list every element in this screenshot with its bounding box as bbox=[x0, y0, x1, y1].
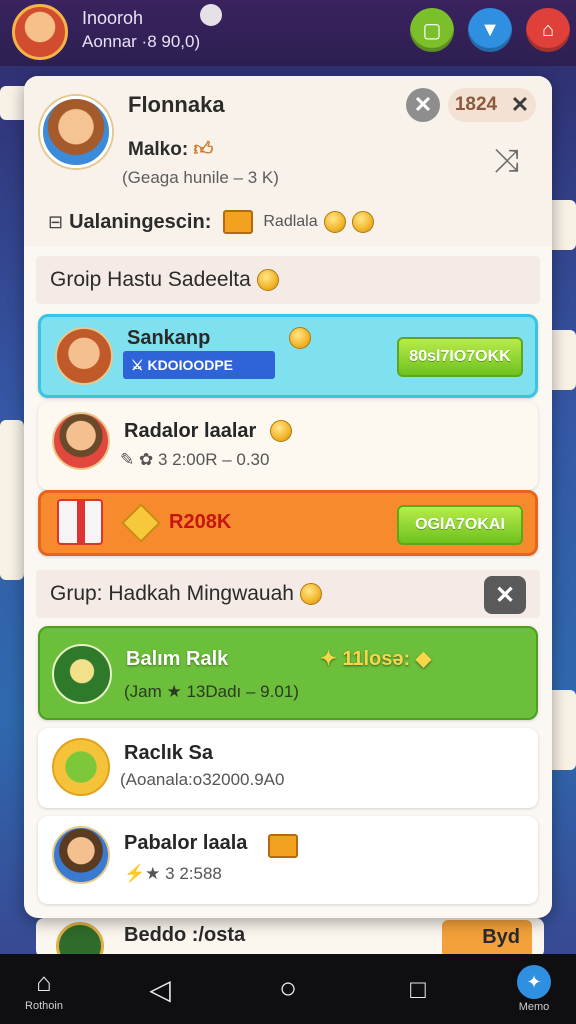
counter-value: 1824 bbox=[454, 94, 498, 115]
gift-icon bbox=[57, 499, 103, 545]
nav-home-label: Rothoin bbox=[25, 999, 63, 1012]
list-item[interactable]: Balım Ralk ✦ 11losə: ◆ (Jam ★ 13Dadı – 9… bbox=[38, 626, 538, 720]
coin-icon bbox=[256, 269, 279, 291]
close-icon: ✕ bbox=[494, 581, 516, 609]
house-icon: ⌂ bbox=[541, 18, 555, 41]
coin-icon bbox=[323, 211, 346, 233]
info-label: Ualaningescin: bbox=[69, 210, 212, 233]
member-meta: ✎ ✿ 3 2:00R – 0.30 bbox=[120, 450, 270, 469]
list-item[interactable]: Sankanp ⚔ KDOIOODPE 80sl7IO7OKK bbox=[38, 314, 538, 398]
counter-pill[interactable]: 1824 ✕ bbox=[448, 88, 536, 122]
member-meta: (Jam ★ 13Dadı – 9.01) bbox=[124, 682, 299, 701]
close-icon: ✕ bbox=[413, 92, 433, 117]
system-nav-bar: ⌂ Rothoin ◁ ○ □ ✦ Memo bbox=[0, 954, 576, 1024]
member-avatar bbox=[52, 644, 112, 704]
filter-icon: ▼ bbox=[480, 18, 500, 41]
menu-icon: ✦ bbox=[517, 965, 551, 999]
list-item[interactable]: Pabalor laala ⚡★ 3 2:588 bbox=[38, 816, 538, 904]
member-name: Balım Ralk bbox=[126, 648, 229, 670]
modal-header: Flonnaka Malko: 👍︎ (Geaga hunile – 3 K) … bbox=[24, 76, 552, 246]
reward-row[interactable]: R208K OGlA7OKAI bbox=[38, 490, 538, 556]
member-name: Raclık Sa bbox=[124, 742, 213, 764]
shuffle-icon[interactable]: ⤨ bbox=[494, 142, 520, 180]
info-value: Radlala bbox=[263, 213, 318, 230]
nav-recents-button[interactable]: □ bbox=[398, 954, 438, 1024]
close-button[interactable]: ✕ bbox=[406, 88, 440, 122]
modal-subtitle: Malko: 👍︎ bbox=[128, 139, 214, 160]
home-button[interactable]: ⌂ bbox=[526, 8, 570, 52]
bg-card-title: Beddo :/osta bbox=[124, 924, 246, 946]
coin-icon bbox=[351, 211, 374, 233]
modal-subtitle-detail: (Geaga hunile – 3 K) bbox=[122, 168, 279, 187]
group-title: Groip Hastu Sadeelta bbox=[50, 268, 251, 291]
back-triangle-icon: ◁ bbox=[149, 973, 171, 1005]
member-tag: ⚔ KDOIOODPE bbox=[123, 351, 275, 379]
member-name: Pabalor laala bbox=[124, 832, 248, 854]
list-item[interactable]: Raclık Sa (Aoanala:o32000.9A0 bbox=[38, 728, 538, 808]
group-close-button[interactable]: ✕ bbox=[484, 576, 526, 614]
member-avatar bbox=[52, 826, 110, 884]
bg-card-badge-text: Byd bbox=[482, 926, 520, 948]
modal-title: Flonnaka bbox=[128, 92, 225, 117]
coin-icon bbox=[299, 583, 322, 605]
player-avatar[interactable] bbox=[12, 4, 68, 60]
group-header: Grup: Hadkah Mingwauah ✕ bbox=[36, 570, 540, 618]
group-header: Groip Hastu Sadeelta bbox=[36, 256, 540, 304]
coin-icon bbox=[270, 420, 292, 442]
filter-button[interactable]: ▼ bbox=[468, 8, 512, 52]
nav-menu-button[interactable]: ✦ Memo bbox=[504, 954, 564, 1024]
member-name: Sankanp bbox=[127, 327, 211, 349]
nav-menu-label: Memo bbox=[518, 1001, 550, 1013]
claim-button[interactable]: 80sl7IO7OKK bbox=[397, 337, 523, 377]
chat-icon: ▢ bbox=[422, 19, 442, 42]
grid-icon: ⊟ bbox=[48, 211, 64, 232]
info-row: ⊟ Ualaningescin: Radlala bbox=[48, 206, 374, 238]
dismiss-icon: ✕ bbox=[510, 92, 530, 117]
member-avatar bbox=[52, 738, 110, 796]
bonus-label: ✦ 11losə: ◆ bbox=[320, 648, 432, 670]
member-meta: (Aoanala:o32000.9A0 bbox=[120, 770, 285, 789]
treasure-chest-icon bbox=[268, 834, 298, 858]
player-name: Inooroh bbox=[82, 8, 144, 28]
profile-modal: Flonnaka Malko: 👍︎ (Geaga hunile – 3 K) … bbox=[24, 76, 552, 918]
player-stats: Aonnar ·8 90,0) bbox=[82, 32, 201, 51]
member-name: Radalor laalar bbox=[124, 420, 257, 442]
top-bar: Inooroh Aonnar ·8 90,0) ▢ ▼ ⌂ bbox=[0, 0, 576, 66]
list-item[interactable]: Radalor laalar ✎ ✿ 3 2:00R – 0.30 bbox=[38, 402, 538, 490]
member-meta: ⚡★ 3 2:588 bbox=[124, 864, 222, 883]
gem-icon bbox=[121, 503, 161, 543]
chat-button[interactable]: ▢ bbox=[410, 8, 454, 52]
modal-avatar bbox=[40, 96, 112, 168]
member-avatar bbox=[55, 327, 113, 385]
notification-dot-icon bbox=[200, 4, 222, 26]
bg-side-item bbox=[0, 420, 24, 580]
nav-back-button[interactable]: ◁ bbox=[140, 954, 180, 1024]
reward-value: R208K bbox=[169, 511, 232, 533]
collect-button[interactable]: OGlA7OKAI bbox=[397, 505, 523, 545]
nav-home-circle-button[interactable]: ○ bbox=[268, 954, 308, 1024]
treasure-chest-icon bbox=[223, 210, 254, 234]
thumb-icon: 👍︎ bbox=[193, 139, 214, 160]
bg-list-card: Beddo :/osta Byd bbox=[36, 918, 544, 970]
nav-home-button[interactable]: ⌂ Rothoin bbox=[14, 954, 74, 1024]
group-title: Grup: Hadkah Mingwauah bbox=[50, 582, 294, 605]
member-avatar bbox=[52, 412, 110, 470]
house-icon: ⌂ bbox=[36, 966, 52, 997]
circle-icon: ○ bbox=[278, 972, 298, 1005]
coin-icon bbox=[289, 327, 311, 349]
square-icon: □ bbox=[410, 973, 426, 1004]
